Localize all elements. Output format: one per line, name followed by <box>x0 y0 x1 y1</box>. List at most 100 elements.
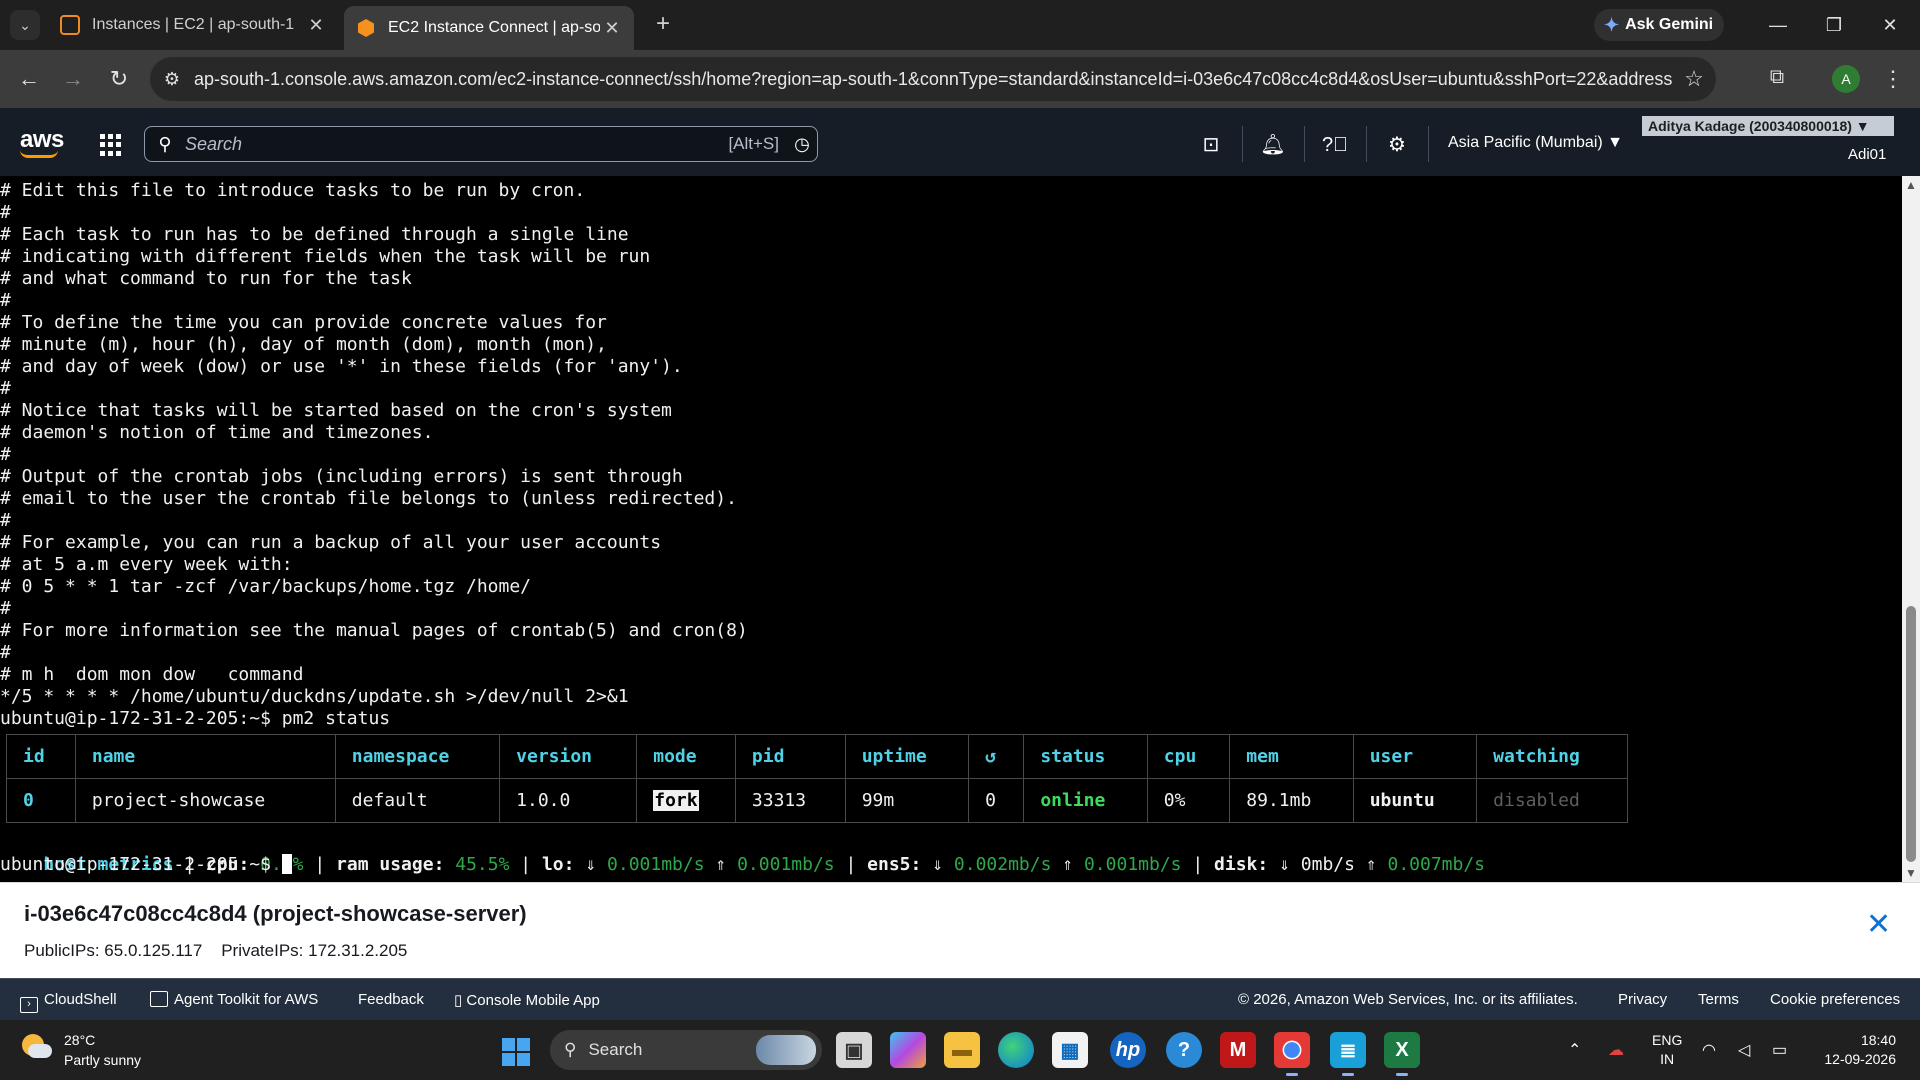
terminal-line: # <box>0 510 11 531</box>
tab-close-icon[interactable]: ✕ <box>304 15 328 36</box>
terms-link[interactable]: Terms <box>1698 991 1739 1008</box>
terminal-line: # daemon's notion of time and timezones. <box>0 422 434 443</box>
profile-avatar[interactable]: A <box>1832 65 1860 93</box>
browser-tabstrip: ⌄ Instances | EC2 | ap-south-1 ✕ EC2 Ins… <box>0 0 1920 50</box>
file-explorer-icon[interactable]: ▬ <box>944 1032 980 1068</box>
windows-start-icon[interactable] <box>502 1038 530 1066</box>
pm2-col-namespace: namespace <box>334 734 501 779</box>
terminal-line: # Each task to run has to be defined thr… <box>0 224 629 245</box>
tab-close-icon[interactable]: ✕ <box>600 18 624 39</box>
hm-ram: 45.5% <box>455 854 510 875</box>
store-icon[interactable]: ▦ <box>1052 1032 1088 1068</box>
cloudshell-icon[interactable]: ⊡ <box>1196 130 1226 160</box>
scrollbar-thumb[interactable] <box>1906 606 1916 862</box>
battery-icon[interactable]: ▭ <box>1772 1040 1787 1060</box>
services-grid-icon[interactable] <box>100 134 122 156</box>
privacy-link[interactable]: Privacy <box>1618 991 1667 1008</box>
ssh-terminal[interactable]: # Edit this file to introduce tasks to b… <box>0 176 1920 882</box>
minimize-button[interactable]: — <box>1758 10 1798 40</box>
pm2-col-mode: mode <box>636 734 736 779</box>
close-window-button[interactable]: ✕ <box>1870 10 1910 40</box>
tab-instances[interactable]: Instances | EC2 | ap-south-1 ✕ <box>48 8 338 42</box>
edge-browser-icon[interactable] <box>998 1032 1034 1068</box>
volume-icon[interactable]: ◁ <box>1738 1040 1750 1060</box>
weather-desc[interactable]: Partly sunny <box>64 1052 141 1068</box>
pm2-col-name: name <box>74 734 336 779</box>
terminal-line: # minute (m), hour (h), day of month (do… <box>0 334 607 355</box>
hm-disk-label: disk: <box>1214 854 1269 875</box>
cloudshell-link[interactable]: › CloudShell <box>20 991 117 1013</box>
pm2-col-user: user <box>1352 734 1478 779</box>
tab-search-button[interactable]: ⌄ <box>10 10 40 40</box>
region-selector[interactable]: Asia Pacific (Mumbai) ▼ <box>1448 134 1623 152</box>
account-alias: Adi01 <box>1848 146 1887 163</box>
tab-label: Instances | EC2 | ap-south-1 <box>92 16 295 33</box>
bookmark-star-icon[interactable]: ☆ <box>1672 66 1716 92</box>
hp-icon[interactable]: hp <box>1110 1032 1146 1068</box>
cookie-preferences-link[interactable]: Cookie preferences <box>1770 991 1900 1008</box>
aws-logo[interactable]: aws <box>20 126 64 158</box>
reload-button[interactable]: ↻ <box>104 64 134 94</box>
hm-lo-up: 0.001mb/s <box>737 854 835 875</box>
clock-time: 18:40 <box>1860 1032 1896 1048</box>
notifications-bell-icon[interactable]: 🔔︎ <box>1258 130 1288 160</box>
system-clock[interactable]: 18:40 12-09-2026 <box>1818 1031 1896 1069</box>
notepad-icon[interactable]: ≣ <box>1330 1032 1366 1076</box>
feedback-link[interactable]: Feedback <box>358 991 424 1008</box>
hm-sep: | <box>1192 854 1204 875</box>
terminal-line: # <box>0 444 11 465</box>
down-arrow-icon: ⇓ <box>1279 854 1290 875</box>
language-indicator[interactable]: ENG IN <box>1652 1031 1682 1069</box>
onedrive-error-icon[interactable]: ☁ <box>1608 1040 1624 1060</box>
mcafee-icon[interactable]: M <box>1220 1032 1256 1068</box>
hm-disk-up: 0.007mb/s <box>1387 854 1486 875</box>
hm-sep: | <box>845 854 857 875</box>
scroll-up-arrow-icon[interactable]: ▲ <box>1905 178 1917 192</box>
new-tab-button[interactable]: + <box>650 12 676 38</box>
aws-search-box[interactable]: ⚲ Search [Alt+S] ◷ <box>144 126 818 162</box>
agent-toolkit-link[interactable]: Agent Toolkit for AWS <box>150 991 318 1008</box>
pm2-name: project-showcase <box>74 778 336 823</box>
settings-gear-icon[interactable]: ⚙ <box>1382 130 1412 160</box>
site-info-icon[interactable]: ⚙ <box>150 69 194 90</box>
restore-button[interactable]: ❐ <box>1814 10 1854 40</box>
pm2-col-uptime: uptime <box>844 734 970 779</box>
task-view-icon[interactable]: ▣ <box>836 1032 872 1068</box>
browser-menu-icon[interactable]: ⋮ <box>1882 64 1904 94</box>
aws-favicon-icon <box>60 15 80 35</box>
host-metrics-line: host metrics | cpu: 0.3% | ram usage: 45… <box>0 832 1485 875</box>
scroll-down-arrow-icon[interactable]: ▼ <box>1905 866 1917 880</box>
forward-button[interactable]: → <box>58 64 88 94</box>
tab-instance-connect[interactable]: EC2 Instance Connect | ap-south-1 ✕ <box>344 6 634 50</box>
recent-clock-icon[interactable]: ◷ <box>787 134 817 155</box>
taskbar-search[interactable]: ⚲ Search <box>550 1030 822 1070</box>
help-app-icon[interactable]: ? <box>1166 1032 1202 1068</box>
account-menu[interactable]: Aditya Kadage (200340800018) ▼ <box>1642 116 1894 136</box>
ask-gemini-button[interactable]: ✦ Ask Gemini <box>1594 9 1724 41</box>
weather-temp[interactable]: 28°C <box>64 1032 95 1048</box>
instance-ips: PublicIPs: 65.0.125.117 PrivateIPs: 172.… <box>24 941 408 960</box>
browser-toolbar: ← → ↻ ⚙ ap-south-1.console.aws.amazon.co… <box>0 50 1920 108</box>
back-button[interactable]: ← <box>14 64 44 94</box>
mobile-app-link[interactable]: ▯ Console Mobile App <box>454 991 600 1009</box>
excel-icon[interactable]: X <box>1384 1032 1420 1076</box>
copilot-icon[interactable] <box>890 1032 926 1068</box>
close-icon[interactable]: ✕ <box>1866 907 1891 942</box>
url-text[interactable]: ap-south-1.console.aws.amazon.com/ec2-in… <box>194 69 1672 90</box>
chrome-icon[interactable] <box>1274 1032 1310 1076</box>
help-icon[interactable]: ?⃝ <box>1320 130 1350 160</box>
pm2-pid: 33313 <box>734 778 846 823</box>
pm2-header-row: id name namespace version mode pid uptim… <box>6 734 1628 779</box>
tray-overflow-chevron-icon[interactable]: ⌃ <box>1568 1040 1581 1060</box>
terminal-line: # <box>0 642 11 663</box>
terminal-scrollbar[interactable]: ▲ ▼ <box>1902 176 1920 882</box>
terminal-line: # Output of the crontab jobs (including … <box>0 466 683 487</box>
extensions-icon[interactable]: ⧉ <box>1764 66 1790 92</box>
address-bar[interactable]: ⚙ ap-south-1.console.aws.amazon.com/ec2-… <box>150 57 1716 101</box>
wifi-icon[interactable]: ◠ <box>1702 1040 1716 1060</box>
hm-ens5-up: 0.001mb/s <box>1083 854 1182 875</box>
pm2-version: 1.0.0 <box>499 778 638 823</box>
prompt-line[interactable]: ubuntu@ip-172-31-2-205:~$ <box>0 854 292 876</box>
tab-label: EC2 Instance Connect | ap-south-1 <box>388 19 600 36</box>
weather-icon[interactable] <box>22 1034 52 1062</box>
